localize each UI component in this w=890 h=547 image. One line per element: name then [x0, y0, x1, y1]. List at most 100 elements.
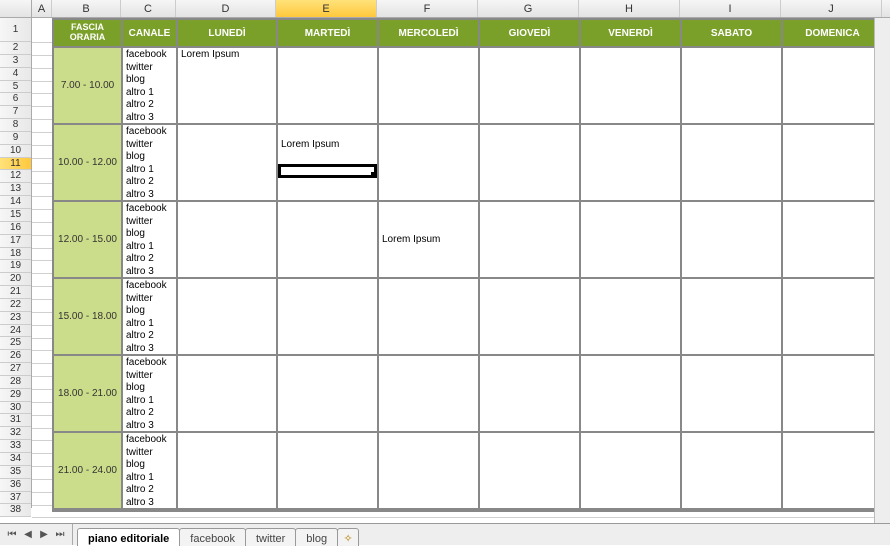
cell-2-MARTEDÌ[interactable] [278, 202, 379, 279]
cell-3-GIOVEDÌ[interactable] [480, 279, 581, 356]
tab-last-icon[interactable]: ⏭ [54, 529, 66, 541]
channels-3[interactable]: facebooktwitterblogaltro 1altro 2altro 3 [123, 279, 178, 356]
row-header-3[interactable]: 3 [0, 55, 31, 68]
cell-2-MERCOLEDÌ[interactable]: Lorem Ipsum [379, 202, 480, 279]
cell-5-SABATO[interactable] [682, 433, 783, 510]
cell-3-LUNEDÌ[interactable] [178, 279, 278, 356]
timeslot-4[interactable]: 18.00 - 21.00 [54, 356, 123, 433]
row-header-35[interactable]: 35 [0, 466, 31, 479]
cell-1-SABATO[interactable] [682, 125, 783, 202]
cell-1-GIOVEDÌ[interactable] [480, 125, 581, 202]
row-header-19[interactable]: 19 [0, 260, 31, 273]
row-header-2[interactable]: 2 [0, 42, 31, 55]
row-header-10[interactable]: 10 [0, 145, 31, 158]
row-header-4[interactable]: 4 [0, 68, 31, 81]
sheet-tab-piano-editoriale[interactable]: piano editoriale [77, 528, 180, 546]
timeslot-3[interactable]: 15.00 - 18.00 [54, 279, 123, 356]
vertical-scrollbar[interactable] [874, 18, 890, 523]
row-header-1[interactable]: 1 [0, 18, 31, 42]
cell-4-MARTEDÌ[interactable] [278, 356, 379, 433]
row-header-34[interactable]: 34 [0, 453, 31, 466]
col-header-B[interactable]: B [52, 0, 121, 17]
channels-1[interactable]: facebooktwitterblogaltro 1altro 2altro 3 [123, 125, 178, 202]
cell-5-MERCOLEDÌ[interactable] [379, 433, 480, 510]
cell-2-VENERDÌ[interactable] [581, 202, 682, 279]
timeslot-0[interactable]: 7.00 - 10.00 [54, 48, 123, 125]
sheet-tab-twitter[interactable]: twitter [245, 528, 296, 546]
row-header-27[interactable]: 27 [0, 363, 31, 376]
cell-5-GIOVEDÌ[interactable] [480, 433, 581, 510]
channels-2[interactable]: facebooktwitterblogaltro 1altro 2altro 3 [123, 202, 178, 279]
new-sheet-tab[interactable]: ✧ [337, 528, 359, 546]
timeslot-2[interactable]: 12.00 - 15.00 [54, 202, 123, 279]
row-header-20[interactable]: 20 [0, 273, 31, 286]
cell-3-MERCOLEDÌ[interactable] [379, 279, 480, 356]
cell-1-MERCOLEDÌ[interactable] [379, 125, 480, 202]
col-header-I[interactable]: I [680, 0, 781, 17]
cell-5-DOMENICA[interactable] [783, 433, 884, 510]
row-header-24[interactable]: 24 [0, 325, 31, 338]
channels-4[interactable]: facebooktwitterblogaltro 1altro 2altro 3 [123, 356, 178, 433]
tab-first-icon[interactable]: ⏮ [6, 529, 18, 541]
col-header-E[interactable]: E [276, 0, 377, 17]
cell-0-SABATO[interactable] [682, 48, 783, 125]
cell-0-VENERDÌ[interactable] [581, 48, 682, 125]
cell-2-DOMENICA[interactable] [783, 202, 884, 279]
cell-3-DOMENICA[interactable] [783, 279, 884, 356]
row-header-25[interactable]: 25 [0, 337, 31, 350]
col-header-D[interactable]: D [176, 0, 276, 17]
row-header-18[interactable]: 18 [0, 248, 31, 261]
cell-0-GIOVEDÌ[interactable] [480, 48, 581, 125]
row-header-23[interactable]: 23 [0, 312, 31, 325]
col-header-F[interactable]: F [377, 0, 478, 17]
cell-1-MARTEDÌ[interactable]: Lorem Ipsum [278, 125, 379, 202]
cell-5-LUNEDÌ[interactable] [178, 433, 278, 510]
cell-4-MERCOLEDÌ[interactable] [379, 356, 480, 433]
tab-prev-icon[interactable]: ◀ [22, 529, 34, 541]
cell-0-LUNEDÌ[interactable]: Lorem Ipsum [178, 48, 278, 125]
sheet-tab-facebook[interactable]: facebook [179, 528, 246, 546]
timeslot-5[interactable]: 21.00 - 24.00 [54, 433, 123, 510]
timeslot-1[interactable]: 10.00 - 12.00 [54, 125, 123, 202]
cell-1-VENERDÌ[interactable] [581, 125, 682, 202]
row-header-30[interactable]: 30 [0, 402, 31, 415]
cell-2-GIOVEDÌ[interactable] [480, 202, 581, 279]
row-header-16[interactable]: 16 [0, 222, 31, 235]
channels-0[interactable]: facebooktwitterblogaltro 1altro 2altro 3 [123, 48, 178, 125]
row-header-26[interactable]: 26 [0, 350, 31, 363]
worksheet-grid[interactable]: FASCIA ORARIA CANALE LUNEDÌ MARTEDÌ MERC… [32, 18, 890, 508]
cell-1-LUNEDÌ[interactable] [178, 125, 278, 202]
cell-4-DOMENICA[interactable] [783, 356, 884, 433]
cell-3-MARTEDÌ[interactable] [278, 279, 379, 356]
row-header-36[interactable]: 36 [0, 479, 31, 492]
cell-1-DOMENICA[interactable] [783, 125, 884, 202]
cell-4-VENERDÌ[interactable] [581, 356, 682, 433]
row-header-15[interactable]: 15 [0, 209, 31, 222]
sheet-tab-blog[interactable]: blog [295, 528, 338, 546]
cell-4-GIOVEDÌ[interactable] [480, 356, 581, 433]
cell-0-MERCOLEDÌ[interactable] [379, 48, 480, 125]
col-header-A[interactable]: A [32, 0, 52, 17]
row-header-38[interactable]: 38 [0, 504, 31, 517]
channels-5[interactable]: facebooktwitterblogaltro 1altro 2altro 3 [123, 433, 178, 510]
row-header-12[interactable]: 12 [0, 170, 31, 183]
cell-0-MARTEDÌ[interactable] [278, 48, 379, 125]
row-header-21[interactable]: 21 [0, 286, 31, 299]
cell-2-SABATO[interactable] [682, 202, 783, 279]
row-header-14[interactable]: 14 [0, 196, 31, 209]
row-header-8[interactable]: 8 [0, 119, 31, 132]
cell-5-VENERDÌ[interactable] [581, 433, 682, 510]
row-header-5[interactable]: 5 [0, 81, 31, 94]
row-header-32[interactable]: 32 [0, 427, 31, 440]
cell-4-LUNEDÌ[interactable] [178, 356, 278, 433]
row-header-7[interactable]: 7 [0, 106, 31, 119]
cell-0-DOMENICA[interactable] [783, 48, 884, 125]
row-header-22[interactable]: 22 [0, 299, 31, 312]
select-all-corner[interactable] [0, 0, 32, 18]
row-header-9[interactable]: 9 [0, 132, 31, 145]
row-header-28[interactable]: 28 [0, 376, 31, 389]
col-header-G[interactable]: G [478, 0, 579, 17]
row-header-17[interactable]: 17 [0, 235, 31, 248]
row-header-33[interactable]: 33 [0, 440, 31, 453]
cell-2-LUNEDÌ[interactable] [178, 202, 278, 279]
